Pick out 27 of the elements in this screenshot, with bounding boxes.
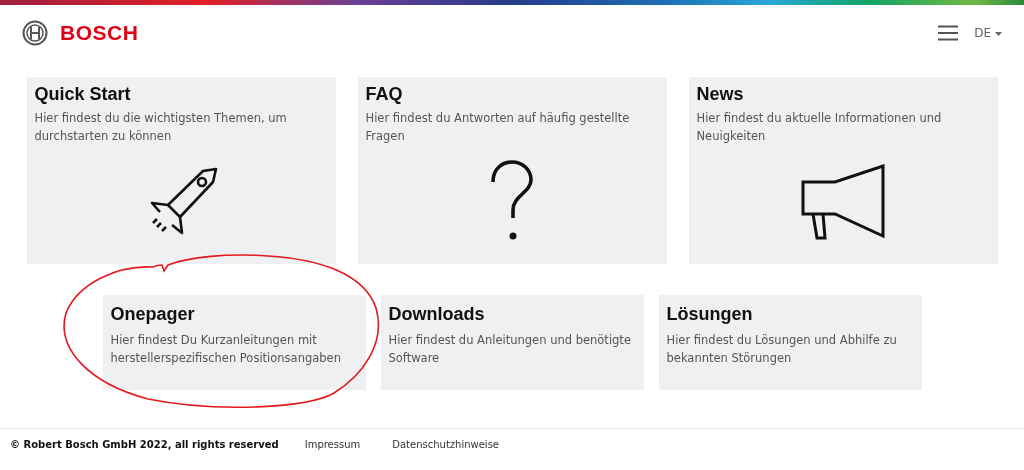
card-title: Downloads (388, 303, 486, 325)
card-description: Hier findest du Anleitungen und benötigte Software (388, 332, 632, 367)
card-title: Lösungen (666, 303, 754, 325)
card-title: News (696, 83, 745, 105)
card-description: Hier findest du Lösungen und Abhilfe zu bekannten Störungen (666, 332, 898, 367)
card-title: FAQ (365, 83, 404, 105)
brand-logo[interactable]: BOSCH (60, 17, 139, 49)
megaphone-icon (801, 163, 885, 240)
card-title: Quick Start (34, 83, 132, 105)
topic-card[interactable]: Lösungen Hier findest du Lösungen und Abhilfe zu bekannten Störungen (658, 295, 922, 390)
footer-link[interactable]: Impressum (304, 437, 361, 452)
menu-icon[interactable] (938, 25, 959, 41)
copyright-text: © Robert Bosch GmbH 2022, all rights reserved (10, 438, 279, 452)
caret-icon (995, 31, 1002, 36)
topic-card[interactable]: Quick Start Hier findest du die wichtigsten Themen, um durchstarten zu können (26, 77, 336, 264)
topic-card[interactable]: Downloads Hier findest du Anleitungen und benötigte Software (380, 295, 644, 390)
language-selector[interactable]: DE (974, 24, 1002, 42)
logo-icon (22, 20, 48, 46)
topic-card[interactable]: News Hier findest du aktuelle Informationen und Neuigkeiten (688, 77, 998, 264)
card-description: Hier findest du Antworten auf häufig gestellte Fragen (365, 110, 631, 145)
footer-link[interactable]: Datenschutzhinweise (392, 437, 499, 452)
topic-card[interactable]: Onepager Hier findest Du Kurzanleitungen mit herstellerspezifischen Positionsangaben (102, 295, 366, 390)
card-description: Hier findest du aktuelle Informationen und Neuigkeiten (696, 110, 943, 145)
card-description: Hier findest Du Kurzanleitungen mit herstellerspezifischen Positionsangaben (110, 332, 342, 367)
card-description: Hier findest du die wichtigsten Themen, um durchstarten zu können (34, 110, 288, 145)
topic-card[interactable]: FAQ Hier findest du Antworten auf häufig gestellte Fragen (357, 77, 667, 264)
card-title: Onepager (110, 303, 196, 325)
